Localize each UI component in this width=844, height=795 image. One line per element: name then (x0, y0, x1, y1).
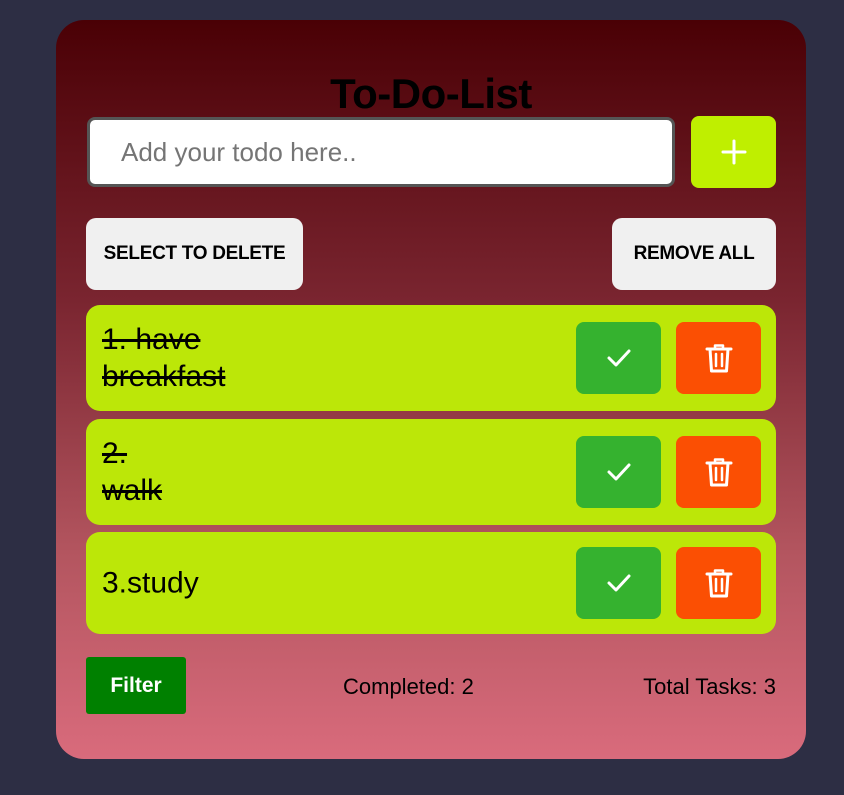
todo-input[interactable] (87, 117, 675, 187)
todo-text: 2. walk (102, 435, 532, 509)
delete-button[interactable] (676, 436, 761, 508)
complete-button[interactable] (576, 322, 661, 394)
todo-text-line: 1. have (102, 323, 201, 356)
check-icon (607, 574, 630, 592)
check-icon (607, 463, 630, 481)
total-tasks-count: Total Tasks: 3 (643, 674, 776, 699)
todo-text-line: walk (102, 474, 163, 507)
trash-icon (705, 458, 732, 487)
todo-text: 3.study (102, 566, 199, 600)
complete-button[interactable] (576, 547, 661, 619)
remove-all-button[interactable]: REMOVE ALL (612, 218, 776, 290)
todo-item: 1. have breakfast (86, 305, 776, 411)
delete-button[interactable] (676, 547, 761, 619)
filter-button[interactable]: Filter (86, 657, 186, 714)
trash-icon (705, 344, 732, 373)
delete-button[interactable] (676, 322, 761, 394)
completed-count: Completed: 2 (343, 674, 474, 699)
complete-button[interactable] (576, 436, 661, 508)
plus-icon (721, 139, 746, 165)
todo-text: 1. have breakfast (102, 321, 532, 395)
check-icon (607, 349, 630, 367)
select-to-delete-button[interactable]: SELECT TO DELETE (86, 218, 303, 290)
todo-text-line: 2. (102, 437, 128, 470)
todo-item: 2. walk (86, 419, 776, 525)
todo-text-line: breakfast (102, 360, 226, 393)
todo-item: 3.study (86, 532, 776, 634)
add-todo-button[interactable] (691, 116, 776, 188)
page-title: To-Do-List (330, 70, 532, 117)
trash-icon (705, 569, 732, 598)
